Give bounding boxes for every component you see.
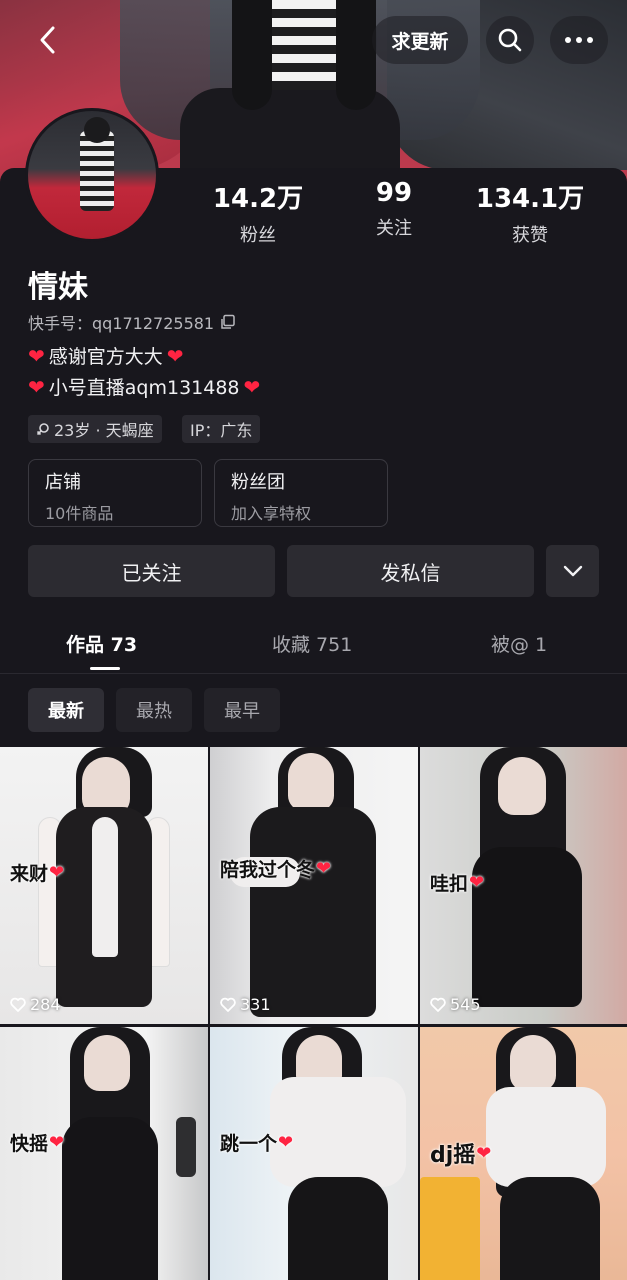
kuaishou-id-text: 快手号：qq1712725581 xyxy=(28,314,215,333)
stat-label: 获赞 xyxy=(512,225,548,246)
age-tag: 23岁 · 天蝎座 xyxy=(28,415,162,443)
video-caption-text: 跳一个 xyxy=(220,1133,278,1155)
chevron-down-icon xyxy=(563,565,582,577)
bio-line: ❤ 小号直播aqm131488 ❤ xyxy=(28,373,260,400)
video-thumbnail[interactable]: 跳一个 ❤ xyxy=(210,1027,418,1280)
video-grid: 来财 ❤ 284 陪我过个冬 ❤ 331 哇扣 ❤ 545 快摇 ❤ 跳一个 ❤… xyxy=(0,747,627,1280)
fan-club-card-subtitle: 加入享特权 xyxy=(231,504,312,523)
stat-value: 134.1万 xyxy=(475,184,585,214)
avatar[interactable] xyxy=(25,108,159,242)
divider xyxy=(0,673,627,674)
stat-following[interactable]: 99 关注 xyxy=(334,178,454,240)
bio-text: 小号直播aqm131488 xyxy=(48,377,240,399)
heart-outline-icon xyxy=(430,997,446,1012)
content-tabs: 作品 73 收藏 751 被@ 1 xyxy=(0,620,627,672)
heart-icon: ❤ xyxy=(28,343,45,368)
bio-text: 感谢官方大大 xyxy=(48,346,163,368)
heart-icon: ❤ xyxy=(476,1142,492,1164)
more-button[interactable] xyxy=(550,16,608,64)
stat-value: 99 xyxy=(375,178,413,208)
stat-label: 关注 xyxy=(376,218,412,239)
message-button[interactable]: 发私信 xyxy=(287,545,534,597)
stat-likes[interactable]: 134.1万 获赞 xyxy=(470,178,590,247)
heart-icon: ❤ xyxy=(243,374,261,399)
gender-icon xyxy=(36,423,49,436)
search-icon xyxy=(498,28,522,52)
video-caption-text: 哇扣 xyxy=(430,873,469,895)
kuaishou-id: 快手号：qq1712725581 xyxy=(28,310,236,334)
like-count-text: 284 xyxy=(30,995,61,1014)
video-caption: 来财 ❤ xyxy=(10,859,64,886)
heart-icon: ❤ xyxy=(28,374,45,399)
chevron-left-icon xyxy=(40,26,55,54)
more-dots-icon xyxy=(565,37,593,43)
video-caption: 快摇 ❤ xyxy=(10,1129,64,1156)
heart-icon: ❤ xyxy=(278,1132,294,1153)
age-tag-text: 23岁 · 天蝎座 xyxy=(54,421,154,440)
stat-label: 粉丝 xyxy=(240,225,276,246)
like-count: 545 xyxy=(430,995,481,1014)
fan-club-card[interactable]: 粉丝团 加入享特权 xyxy=(214,459,388,527)
video-caption-text: 快摇 xyxy=(10,1133,49,1155)
bio-line: ❤ 感谢官方大大 ❤ xyxy=(28,342,184,369)
ip-tag: IP：广东 xyxy=(182,415,261,443)
expand-button[interactable] xyxy=(546,545,599,597)
video-caption-text: 来财 xyxy=(10,863,49,885)
request-update-button[interactable]: 求更新 xyxy=(372,16,468,64)
tab-works[interactable]: 作品 73 xyxy=(66,630,137,657)
heart-icon: ❤ xyxy=(316,858,332,879)
shop-card-title: 店铺 xyxy=(45,472,81,493)
tab-mentions[interactable]: 被@ 1 xyxy=(491,630,547,657)
heart-icon: ❤ xyxy=(49,862,65,883)
video-thumbnail[interactable]: 来财 ❤ 284 xyxy=(0,747,208,1024)
video-thumbnail[interactable]: 哇扣 ❤ 545 xyxy=(420,747,627,1024)
like-count: 331 xyxy=(220,995,271,1014)
heart-icon: ❤ xyxy=(49,1132,65,1153)
filter-earliest[interactable]: 最早 xyxy=(204,688,280,732)
heart-outline-icon xyxy=(220,997,236,1012)
video-caption: dj摇 ❤ xyxy=(430,1137,491,1169)
like-count-text: 331 xyxy=(240,995,271,1014)
profile-name: 情妹 xyxy=(28,270,88,305)
video-caption-text: dj摇 xyxy=(430,1143,476,1168)
stat-fans[interactable]: 14.2万 粉丝 xyxy=(198,178,318,247)
back-button[interactable] xyxy=(26,16,70,64)
fan-club-card-title: 粉丝团 xyxy=(231,472,285,493)
copy-icon[interactable] xyxy=(220,314,236,330)
video-caption-text: 陪我过个冬 xyxy=(220,859,316,881)
video-caption: 跳一个 ❤ xyxy=(220,1129,293,1156)
video-caption: 哇扣 ❤ xyxy=(430,869,484,896)
filter-hottest[interactable]: 最热 xyxy=(116,688,192,732)
search-button[interactable] xyxy=(486,16,534,64)
shop-card-subtitle: 10件商品 xyxy=(45,504,114,523)
like-count: 284 xyxy=(10,995,61,1014)
filter-latest[interactable]: 最新 xyxy=(28,688,104,732)
video-thumbnail[interactable]: 快摇 ❤ xyxy=(0,1027,208,1280)
video-thumbnail[interactable]: 陪我过个冬 ❤ 331 xyxy=(210,747,418,1024)
stat-value: 14.2万 xyxy=(212,184,304,214)
heart-icon: ❤ xyxy=(166,343,184,368)
ip-tag-text: IP：广东 xyxy=(190,421,253,440)
heart-outline-icon xyxy=(10,997,26,1012)
video-caption: 陪我过个冬 ❤ xyxy=(220,855,331,882)
tab-favorites[interactable]: 收藏 751 xyxy=(272,630,352,657)
shop-card[interactable]: 店铺 10件商品 xyxy=(28,459,202,527)
heart-icon: ❤ xyxy=(469,872,485,893)
video-thumbnail[interactable]: dj摇 ❤ xyxy=(420,1027,627,1280)
followed-button[interactable]: 已关注 xyxy=(28,545,275,597)
active-tab-indicator xyxy=(90,667,120,670)
like-count-text: 545 xyxy=(450,995,481,1014)
